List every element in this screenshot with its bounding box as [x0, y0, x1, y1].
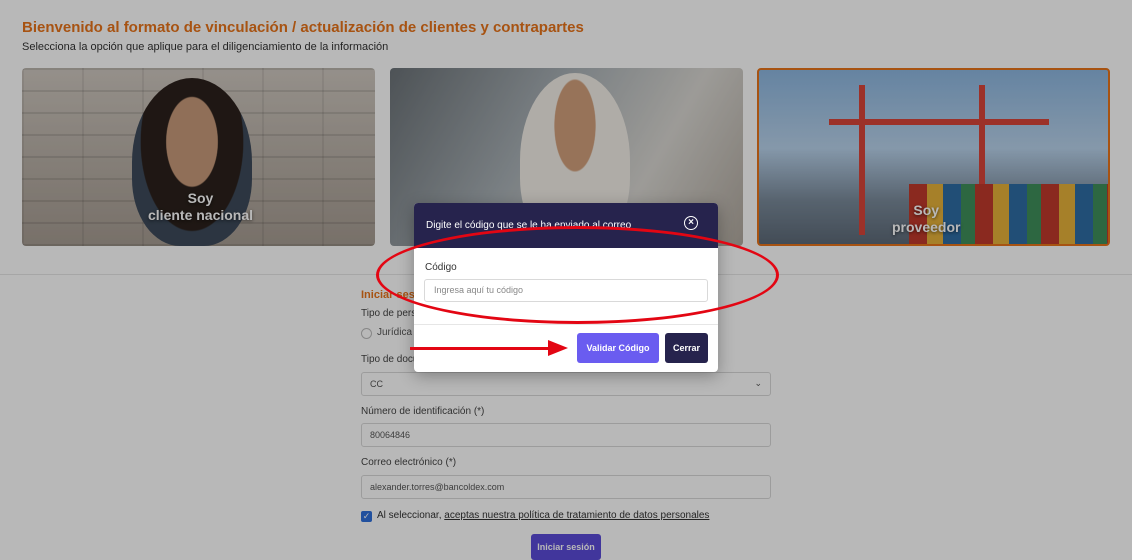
annotation-arrow-head	[548, 340, 568, 356]
modal-footer-divider	[414, 324, 718, 325]
validate-code-button[interactable]: Validar Código	[577, 333, 659, 363]
close-button[interactable]: Cerrar	[665, 333, 708, 363]
close-circle-icon[interactable]: ×	[684, 216, 698, 230]
page: Bienvenido al formato de vinculación / a…	[0, 0, 1132, 560]
annotation-arrow-shaft	[410, 347, 550, 350]
annotation-ellipse	[376, 226, 779, 324]
